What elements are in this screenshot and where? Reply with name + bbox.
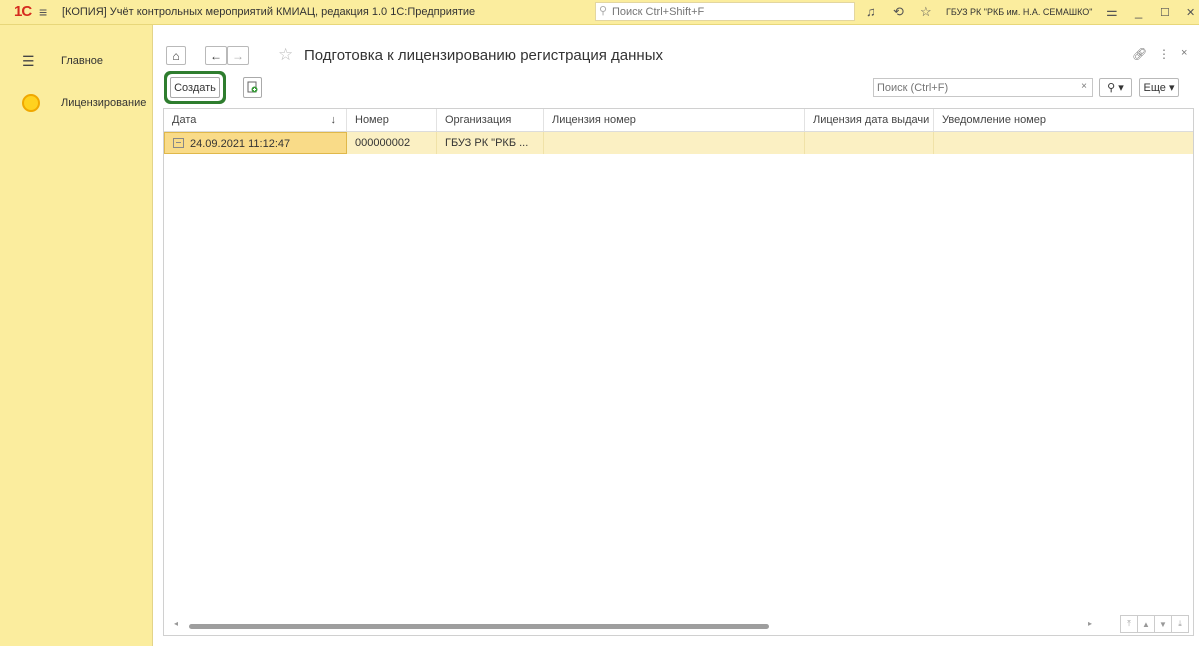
column-header-license-date[interactable]: Лицензия дата выдачи <box>805 109 934 131</box>
more-button[interactable]: Еще ▾ <box>1139 78 1179 97</box>
list-search-input[interactable] <box>874 79 1064 97</box>
hamburger-icon: ☰ <box>22 52 35 69</box>
minimize-icon[interactable]: _ <box>1135 4 1142 19</box>
close-icon[interactable]: ✕ <box>1186 6 1195 19</box>
cell-license-date[interactable] <box>805 132 934 154</box>
cell-date[interactable]: 24.09.2021 11:12:47 <box>164 132 347 154</box>
current-user[interactable]: ГБУЗ РК "РКБ им. Н.А. СЕМАШКО" <box>946 7 1092 17</box>
page-down-icon[interactable]: ▼ <box>1154 615 1172 633</box>
main-menu-icon[interactable]: ≡ <box>39 4 47 20</box>
last-page-icon[interactable]: ⤓ <box>1171 615 1189 633</box>
cell-notice-number[interactable] <box>934 132 1193 154</box>
back-button[interactable]: ← <box>205 46 227 65</box>
scroll-left-icon[interactable]: ◂ <box>174 619 178 628</box>
search-icon: ⚲ <box>599 5 608 17</box>
bell-icon[interactable]: ♫ <box>866 4 876 19</box>
column-header-license-number[interactable]: Лицензия номер <box>544 109 805 131</box>
sidebar-item-licensing[interactable]: Лицензирование <box>0 87 152 119</box>
search-button[interactable]: ⚲ ▾ <box>1099 78 1132 97</box>
create-button[interactable]: Создать <box>170 77 220 98</box>
arrow-left-icon: ← <box>210 48 222 63</box>
sidebar-item-label: Лицензирование <box>61 97 147 109</box>
documents-table[interactable]: Дата ↓ Номер Организация Лицензия номер … <box>163 108 1194 636</box>
cell-license-number[interactable] <box>544 132 805 154</box>
window-title: [КОПИЯ] Учёт контрольных мероприятий КМИ… <box>62 6 476 18</box>
sections-sidebar: ☰ Главное Лицензирование <box>0 25 153 646</box>
copy-button[interactable] <box>243 77 262 98</box>
close-form-icon[interactable]: × <box>1181 47 1187 59</box>
settings-menu-icon[interactable]: ⚌ <box>1106 4 1118 20</box>
cell-number[interactable]: 000000002 <box>347 132 437 154</box>
sidebar-item-main[interactable]: ☰ Главное <box>0 45 152 77</box>
copy-document-icon <box>247 81 257 93</box>
sun-icon <box>22 94 40 112</box>
link-icon[interactable]: 🔗︎ <box>1132 47 1147 61</box>
favorites-star-icon[interactable]: ☆ <box>920 4 932 20</box>
column-header-date[interactable]: Дата ↓ <box>164 109 347 131</box>
favorite-star-icon[interactable]: ☆ <box>278 45 293 65</box>
sort-arrow-icon: ↓ <box>330 114 337 126</box>
main-content: ⌂ ← → ☆ Подготовка к лицензированию реги… <box>153 25 1199 646</box>
document-icon <box>173 138 184 148</box>
arrow-right-icon: → <box>232 48 244 63</box>
horizontal-scrollbar[interactable] <box>189 624 769 629</box>
global-search[interactable]: ⚲ <box>595 2 855 21</box>
forward-button[interactable]: → <box>227 46 249 65</box>
table-header: Дата ↓ Номер Организация Лицензия номер … <box>164 109 1193 132</box>
window-titlebar: 1C ≡ [КОПИЯ] Учёт контрольных мероприяти… <box>0 0 1199 25</box>
clear-search-icon[interactable]: × <box>1081 81 1087 92</box>
list-search[interactable]: × <box>873 78 1093 97</box>
maximize-icon[interactable]: ☐ <box>1160 6 1170 19</box>
home-icon: ⌂ <box>172 48 180 63</box>
cell-organization[interactable]: ГБУЗ РК "РКБ ... <box>437 132 544 154</box>
scroll-right-icon[interactable]: ▸ <box>1088 619 1092 628</box>
page-up-icon[interactable]: ▲ <box>1137 615 1155 633</box>
more-vertical-icon[interactable]: ⋮ <box>1158 47 1170 61</box>
history-icon[interactable]: ⟲ <box>893 4 904 20</box>
column-header-notice-number[interactable]: Уведомление номер <box>934 109 1193 131</box>
home-button[interactable]: ⌂ <box>166 46 186 65</box>
sidebar-item-label: Главное <box>61 55 104 67</box>
column-header-organization[interactable]: Организация <box>437 109 544 131</box>
column-header-number[interactable]: Номер <box>347 109 437 131</box>
table-row[interactable]: 24.09.2021 11:12:47 000000002 ГБУЗ РК "Р… <box>164 132 1193 154</box>
search-icon: ⚲ ▾ <box>1107 82 1124 94</box>
page-title: Подготовка к лицензированию регистрация … <box>304 47 663 64</box>
app-logo: 1C <box>14 3 32 20</box>
first-page-icon[interactable]: ⤒ <box>1120 615 1138 633</box>
pagination-buttons: ⤒ ▲ ▼ ⤓ <box>1120 615 1189 633</box>
global-search-input[interactable] <box>596 3 844 21</box>
